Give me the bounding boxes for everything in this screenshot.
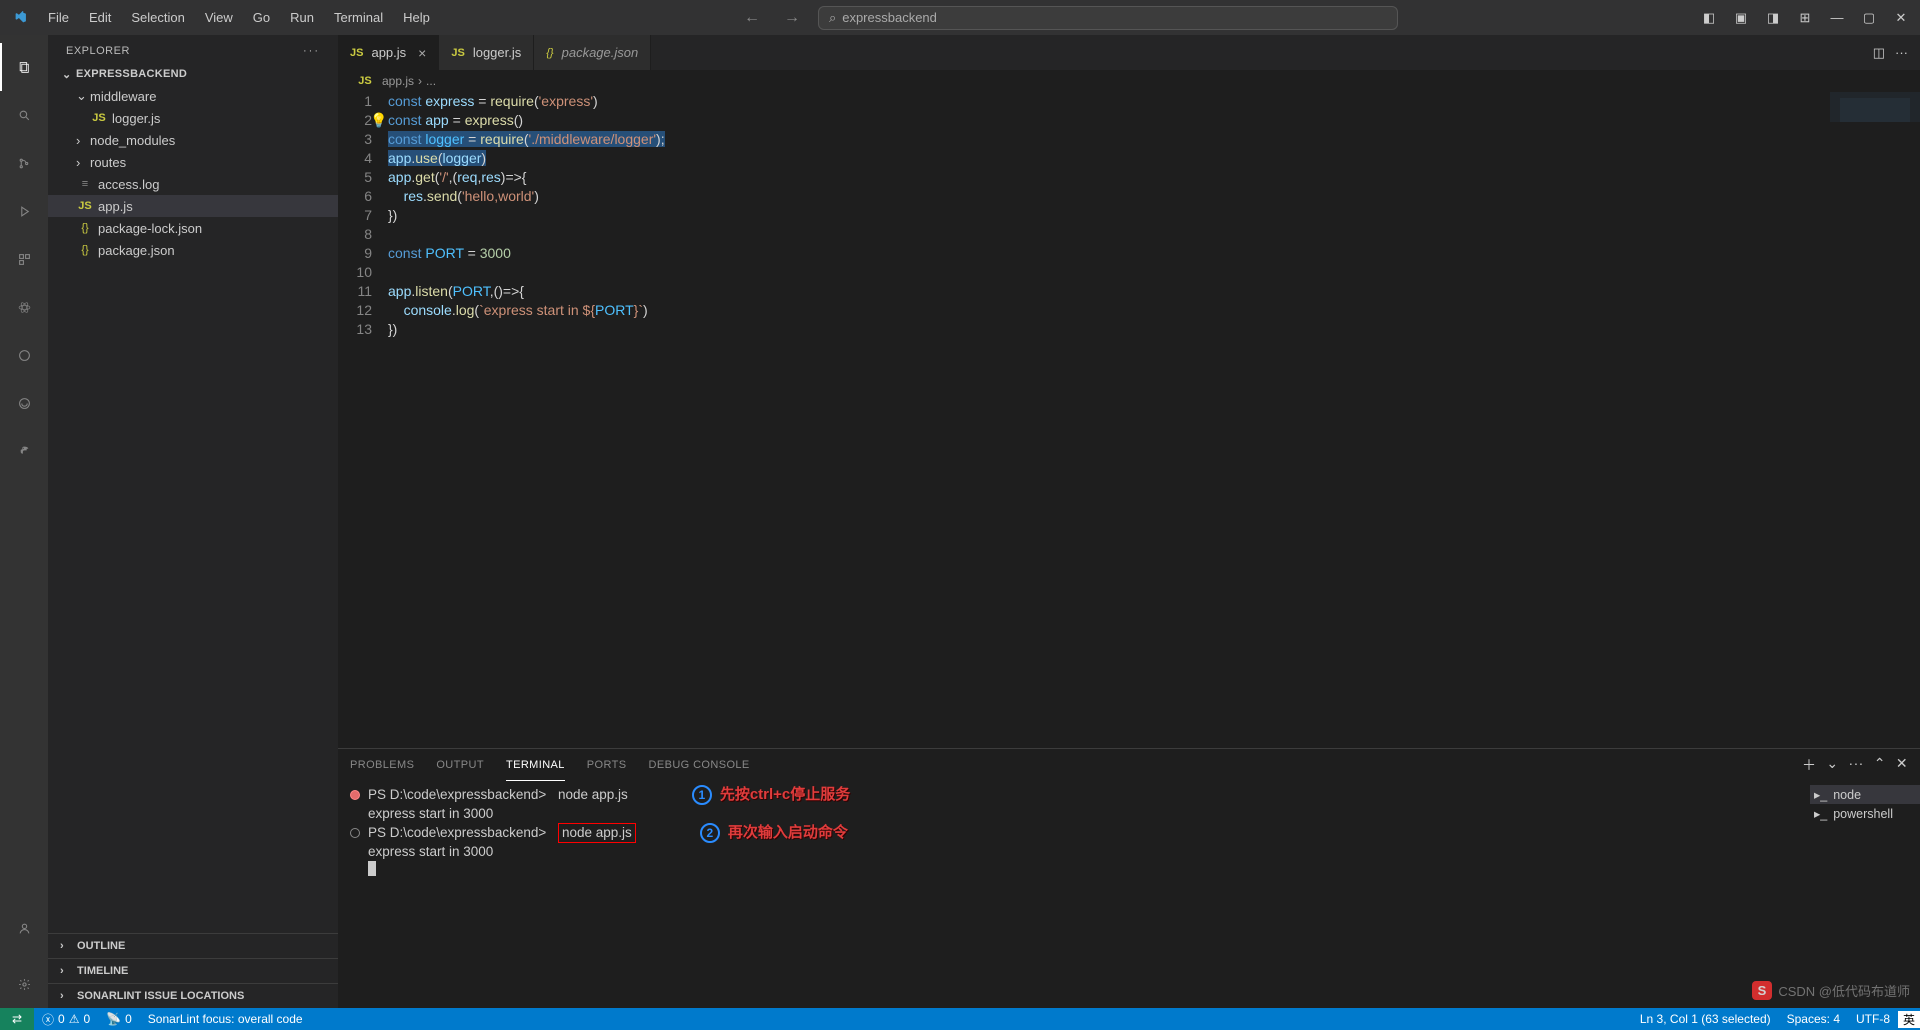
status-indent[interactable]: Spaces: 4: [1779, 1012, 1848, 1026]
status-encoding[interactable]: UTF-8: [1848, 1012, 1898, 1026]
layout-custom-icon[interactable]: ⊞: [1794, 7, 1816, 29]
panel-tab-output[interactable]: OUTPUT: [436, 749, 484, 781]
close-tab-icon[interactable]: ×: [418, 45, 426, 61]
sidebar-more-icon[interactable]: ···: [303, 45, 320, 57]
sidebar-section-timeline[interactable]: › TIMELINE: [48, 958, 338, 983]
status-ime[interactable]: 英: [1898, 1011, 1920, 1028]
menu-view[interactable]: View: [197, 6, 241, 29]
file-tree: ⌄EXPRESSBACKEND ⌄middlewareJSlogger.js›n…: [48, 63, 338, 933]
new-terminal-icon[interactable]: ＋: [1802, 755, 1816, 775]
sidebar-section-sonarlint-issue-locations[interactable]: › SONARLINT ISSUE LOCATIONS: [48, 983, 338, 1008]
highlighted-command: node app.js: [558, 823, 636, 843]
terminal[interactable]: PS D:\code\expressbackend> node app.js 1…: [338, 781, 1810, 1008]
terminal-item-node[interactable]: ▸_node: [1810, 785, 1920, 804]
tree-file-access-log[interactable]: ≡access.log: [48, 173, 338, 195]
terminal-icon: ▸_: [1814, 806, 1827, 821]
panel-tab-problems[interactable]: PROBLEMS: [350, 749, 414, 781]
activity-search-icon[interactable]: [0, 91, 48, 139]
menu-run[interactable]: Run: [282, 6, 322, 29]
watermark: S CSDN @低代码布道师: [1752, 981, 1910, 1000]
status-dot-stopped-icon: [350, 790, 360, 800]
activity-scm-icon[interactable]: [0, 139, 48, 187]
maximize-icon[interactable]: ▢: [1858, 7, 1880, 29]
statusbar: ⇄ ⓧ 0 ⚠ 0 📡 0 SonarLint focus: overall c…: [0, 1008, 1920, 1030]
status-cursor-pos[interactable]: Ln 3, Col 1 (63 selected): [1632, 1012, 1779, 1026]
tab-more-icon[interactable]: ···: [1895, 45, 1908, 60]
menu-file[interactable]: File: [40, 6, 77, 29]
sidebar-section-outline[interactable]: › OUTLINE: [48, 933, 338, 958]
panel-tab-ports[interactable]: PORTS: [587, 749, 627, 781]
bottom-panel: PROBLEMS OUTPUT TERMINAL PORTS DEBUG CONSOLE…: [338, 748, 1920, 1008]
close-panel-icon[interactable]: ✕: [1896, 755, 1908, 775]
tree-file-logger-js[interactable]: JSlogger.js: [48, 107, 338, 129]
activity-edge-icon[interactable]: [0, 331, 48, 379]
menu-terminal[interactable]: Terminal: [326, 6, 391, 29]
terminal-icon: ▸_: [1814, 787, 1827, 802]
activity-settings-icon[interactable]: [0, 960, 48, 1008]
sidebar-title: EXPLORER: [66, 45, 130, 57]
activity-python-icon[interactable]: [0, 427, 48, 475]
search-text: expressbackend: [842, 10, 937, 25]
split-editor-icon[interactable]: ◫: [1873, 45, 1885, 61]
terminal-list: ▸_node ▸_powershell: [1810, 781, 1920, 1008]
status-dot-running-icon: [350, 828, 360, 838]
status-problems[interactable]: ⓧ 0 ⚠ 0: [34, 1011, 98, 1028]
minimap[interactable]: [1830, 92, 1920, 748]
activity-react-icon[interactable]: [0, 283, 48, 331]
activity-account-icon[interactable]: [0, 904, 48, 952]
activity-debug-icon[interactable]: [0, 187, 48, 235]
tree-file-package-lock-json[interactable]: {}package-lock.json: [48, 217, 338, 239]
activity-explorer-icon[interactable]: [0, 43, 48, 91]
terminal-dropdown-icon[interactable]: ⌄: [1826, 755, 1838, 775]
tree-folder-node_modules[interactable]: ›node_modules: [48, 129, 338, 151]
sidebar: EXPLORER ··· ⌄EXPRESSBACKEND ⌄middleware…: [48, 35, 338, 1008]
close-window-icon[interactable]: ✕: [1890, 7, 1912, 29]
panel-more-icon[interactable]: ···: [1849, 755, 1864, 775]
menu-edit[interactable]: Edit: [81, 6, 119, 29]
breadcrumb[interactable]: JS app.js › ...: [338, 70, 1920, 92]
menu-go[interactable]: Go: [245, 6, 278, 29]
terminal-cursor-icon: [368, 861, 376, 876]
activity-extensions-icon[interactable]: [0, 235, 48, 283]
maximize-panel-icon[interactable]: ⌃: [1874, 755, 1886, 775]
layout-side-left-icon[interactable]: ◧: [1698, 7, 1720, 29]
menu-selection[interactable]: Selection: [123, 6, 192, 29]
nav-back-icon[interactable]: ←: [738, 9, 766, 27]
remote-indicator-icon[interactable]: ⇄: [0, 1008, 34, 1030]
status-sonarlint[interactable]: SonarLint focus: overall code: [140, 1012, 311, 1026]
titlebar: FileEditSelectionViewGoRunTerminalHelp ←…: [0, 0, 1920, 35]
code-editor[interactable]: 12345678910111213 const express = requir…: [338, 92, 1920, 748]
project-root[interactable]: ⌄EXPRESSBACKEND: [48, 63, 338, 85]
panel-tab-terminal[interactable]: TERMINAL: [506, 749, 565, 781]
tree-folder-middleware[interactable]: ⌄middleware: [48, 85, 338, 107]
tree-file-app-js[interactable]: JSapp.js: [48, 195, 338, 217]
main-menu: FileEditSelectionViewGoRunTerminalHelp: [40, 6, 438, 29]
panel-tab-debug-console[interactable]: DEBUG CONSOLE: [649, 749, 750, 781]
editor-tabs: JSapp.js×JSlogger.js{}package.json ◫ ···: [338, 35, 1920, 70]
activity-bar: [0, 35, 48, 1008]
editor-group: JSapp.js×JSlogger.js{}package.json ◫ ···…: [338, 35, 1920, 1008]
layout-panel-icon[interactable]: ▣: [1730, 7, 1752, 29]
command-search-input[interactable]: ⌕ expressbackend: [818, 6, 1398, 30]
nav-forward-icon[interactable]: →: [778, 9, 806, 27]
terminal-item-powershell[interactable]: ▸_powershell: [1810, 804, 1920, 823]
tab-package-json[interactable]: {}package.json: [534, 35, 651, 70]
tree-file-package-json[interactable]: {}package.json: [48, 239, 338, 261]
search-icon: ⌕: [829, 10, 836, 26]
layout-side-right-icon[interactable]: ◨: [1762, 7, 1784, 29]
status-ports[interactable]: 📡 0: [98, 1012, 140, 1026]
menu-help[interactable]: Help: [395, 6, 438, 29]
tab-app-js[interactable]: JSapp.js×: [338, 35, 439, 70]
tab-logger-js[interactable]: JSlogger.js: [439, 35, 534, 70]
vscode-logo-icon: [8, 6, 32, 30]
activity-cloud-icon[interactable]: [0, 379, 48, 427]
minimize-icon[interactable]: —: [1826, 7, 1848, 29]
tree-folder-routes[interactable]: ›routes: [48, 151, 338, 173]
